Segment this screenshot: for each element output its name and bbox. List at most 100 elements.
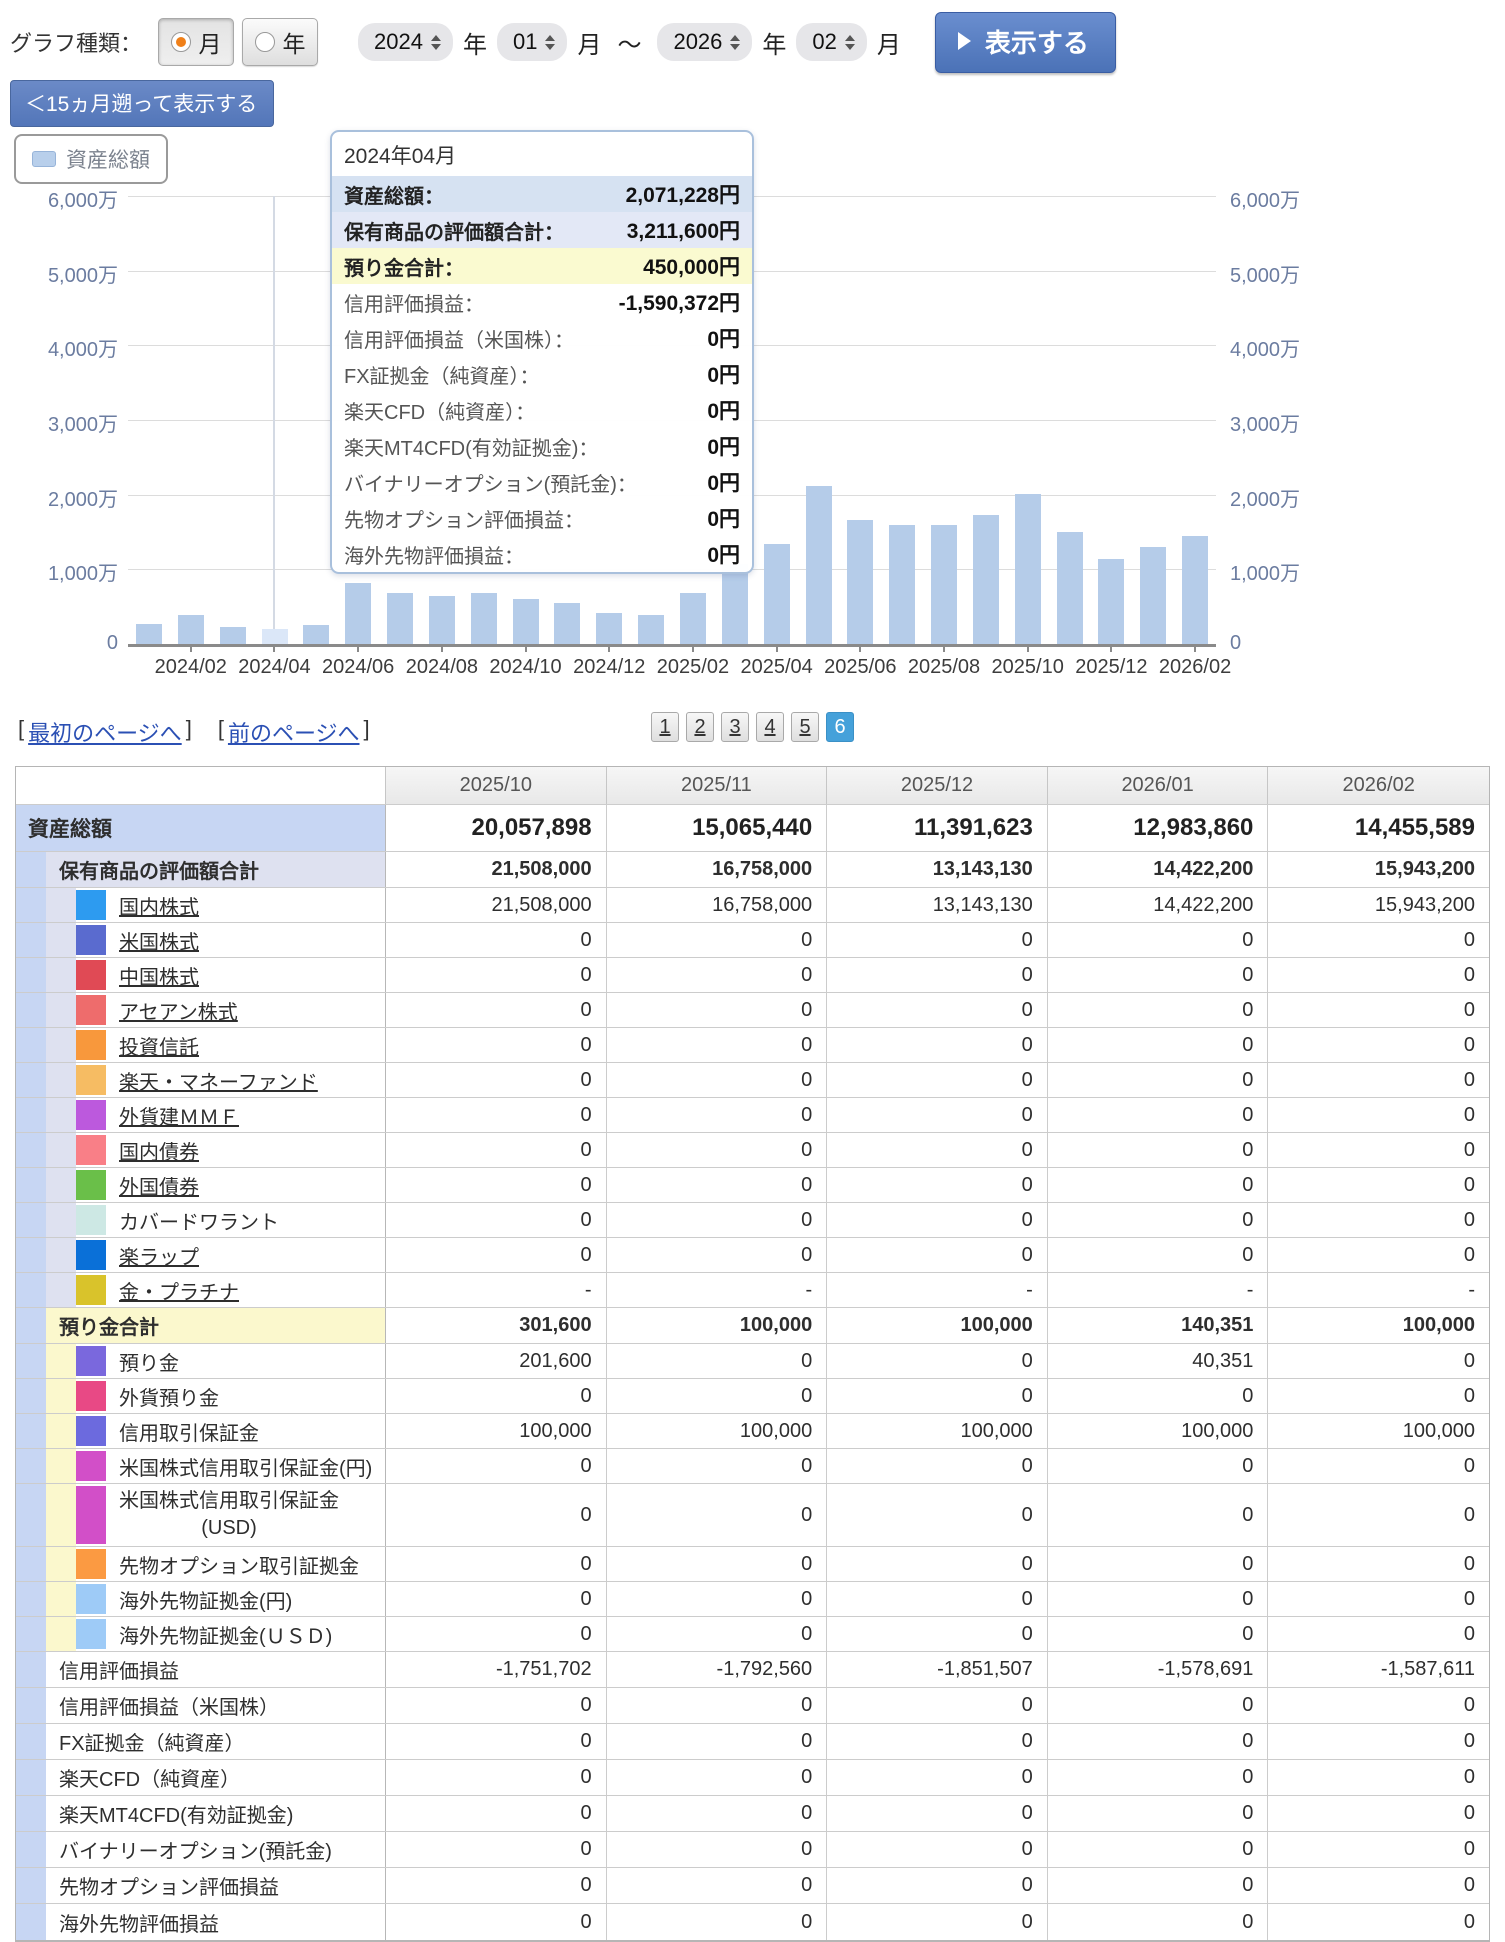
bar-2024/06[interactable] bbox=[345, 583, 371, 644]
bar-2024/11[interactable] bbox=[554, 603, 580, 644]
indent-band bbox=[16, 1582, 46, 1616]
table-cell: 0 bbox=[1268, 1617, 1489, 1651]
table-cell: 0 bbox=[1268, 1547, 1489, 1581]
table-cell: 0 bbox=[386, 1484, 607, 1546]
column-header-2026/02: 2026/02 bbox=[1268, 767, 1489, 804]
indent-band bbox=[16, 1652, 46, 1687]
row-label: 米国株式信用取引保証金(円) bbox=[106, 1449, 372, 1483]
page-number-4[interactable]: 4 bbox=[756, 712, 784, 742]
radio-year[interactable]: 年 bbox=[242, 18, 318, 66]
asset-category-link[interactable]: 中国株式 bbox=[106, 958, 199, 992]
bar-2025/12[interactable] bbox=[1098, 559, 1124, 644]
asset-category-link[interactable]: アセアン株式 bbox=[106, 993, 238, 1027]
tooltip-row: 先物オプション評価損益：0円 bbox=[332, 500, 752, 536]
page-number-3[interactable]: 3 bbox=[721, 712, 749, 742]
from-year-select[interactable]: 2024 bbox=[358, 23, 453, 61]
table-row: 米国株式信用取引保証金(円)00000 bbox=[16, 1449, 1489, 1484]
bar-2024/02[interactable] bbox=[178, 615, 204, 644]
asset-category-link[interactable]: 金・プラチナ bbox=[106, 1273, 239, 1307]
bar-2024/09[interactable] bbox=[471, 593, 497, 645]
from-month-value: 01 bbox=[513, 29, 537, 55]
to-month-select[interactable]: 02 bbox=[796, 23, 866, 61]
asset-category-link[interactable]: 米国株式 bbox=[106, 923, 199, 957]
bar-2025/09[interactable] bbox=[973, 515, 999, 644]
page-number-2[interactable]: 2 bbox=[686, 712, 714, 742]
asset-category-link[interactable]: 楽ラップ bbox=[106, 1238, 199, 1272]
tooltip-row-label: 保有商品の評価額合計： bbox=[344, 216, 564, 245]
table-cell: 16,758,000 bbox=[607, 852, 828, 887]
tooltip-row-label: バイナリーオプション(預託金)： bbox=[344, 468, 637, 497]
x-axis-tick bbox=[190, 646, 192, 652]
bar-2025/01[interactable] bbox=[638, 615, 664, 644]
bar-2025/05[interactable] bbox=[806, 486, 832, 644]
bar-2024/03[interactable] bbox=[220, 627, 246, 644]
bar-2025/07[interactable] bbox=[889, 525, 915, 644]
bar-2025/06[interactable] bbox=[847, 520, 873, 644]
tooltip-row: 保有商品の評価額合計： 3,211,600円 bbox=[332, 212, 752, 248]
table-cell: 0 bbox=[607, 1832, 828, 1867]
table-cell: 0 bbox=[1048, 993, 1269, 1027]
bar-2024/10[interactable] bbox=[513, 599, 539, 644]
asset-category-link[interactable]: 外貨建ＭＭＦ bbox=[106, 1098, 239, 1132]
table-cell: 0 bbox=[1048, 1168, 1269, 1202]
indent-band bbox=[16, 1484, 46, 1546]
y-axis-tick-left: 3,000万 bbox=[0, 408, 118, 437]
bar-2024/12[interactable] bbox=[596, 613, 622, 644]
page-number-6[interactable]: 6 bbox=[826, 712, 854, 742]
table-cell: 14,422,200 bbox=[1048, 852, 1269, 887]
table-cell: 0 bbox=[607, 1547, 828, 1581]
asset-category-link[interactable]: 国内株式 bbox=[106, 888, 199, 922]
page-number-1[interactable]: 1 bbox=[651, 712, 679, 742]
bar-2025/03[interactable] bbox=[722, 564, 748, 644]
radio-month[interactable]: 月 bbox=[158, 18, 234, 66]
table-cell: 100,000 bbox=[386, 1414, 607, 1448]
table-cell: 100,000 bbox=[1048, 1414, 1269, 1448]
table-cell: 0 bbox=[827, 1168, 1048, 1202]
table-cell: 0 bbox=[607, 1098, 828, 1132]
back-15-months-button[interactable]: ＜15ヵ月遡って表示する bbox=[10, 80, 274, 127]
bar-2025/02[interactable] bbox=[680, 593, 706, 645]
indent-band bbox=[16, 1449, 46, 1483]
bar-2024/08[interactable] bbox=[429, 596, 455, 644]
bar-2024/01[interactable] bbox=[136, 624, 162, 644]
x-axis-tick bbox=[1110, 646, 1112, 652]
table-row: 中国株式00000 bbox=[16, 958, 1489, 993]
asset-category-link[interactable]: 楽天・マネーファンド bbox=[106, 1063, 318, 1097]
bar-2025/11[interactable] bbox=[1057, 532, 1083, 645]
bar-2026/02[interactable] bbox=[1182, 536, 1208, 644]
table-cell: 0 bbox=[1268, 1904, 1489, 1940]
bar-2026/01[interactable] bbox=[1140, 547, 1166, 644]
indent-band bbox=[16, 1098, 46, 1132]
x-axis-label: 2024/08 bbox=[406, 656, 478, 679]
tooltip-row-value: -1,590,372円 bbox=[619, 287, 740, 317]
table-row: 国内債券00000 bbox=[16, 1133, 1489, 1168]
indent-band bbox=[46, 1168, 76, 1202]
tooltip-row-value: 3,211,600円 bbox=[627, 215, 740, 245]
row-label-cell: 外貨預り金 bbox=[16, 1379, 386, 1413]
tooltip-row-value: 0円 bbox=[707, 431, 740, 461]
from-month-select[interactable]: 01 bbox=[497, 23, 567, 61]
bar-2024/04[interactable] bbox=[262, 629, 288, 645]
y-axis-tick-right: 0 bbox=[1230, 632, 1241, 655]
asset-category-link[interactable]: 国内債券 bbox=[106, 1133, 199, 1167]
bar-2024/05[interactable] bbox=[303, 625, 329, 644]
row-label: 先物オプション評価損益 bbox=[46, 1868, 279, 1903]
indent-band bbox=[16, 1133, 46, 1167]
indent-band bbox=[46, 1414, 76, 1448]
table-cell: 0 bbox=[1048, 1379, 1269, 1413]
row-label: 海外先物証拠金(ＵＳＤ) bbox=[106, 1617, 332, 1651]
y-axis-tick-left: 0 bbox=[0, 632, 118, 655]
page-number-5[interactable]: 5 bbox=[791, 712, 819, 742]
chart-legend[interactable]: 資産総額 bbox=[14, 134, 168, 184]
show-button[interactable]: 表示する bbox=[935, 12, 1116, 73]
bar-2025/04[interactable] bbox=[764, 544, 790, 644]
bar-2024/07[interactable] bbox=[387, 593, 413, 645]
asset-category-link[interactable]: 外国債券 bbox=[106, 1168, 199, 1202]
table-cell: 0 bbox=[386, 1449, 607, 1483]
to-year-select[interactable]: 2026 bbox=[657, 23, 752, 61]
gridline bbox=[128, 644, 1216, 647]
asset-category-link[interactable]: 投資信託 bbox=[106, 1028, 199, 1062]
bar-2025/10[interactable] bbox=[1015, 494, 1041, 644]
bar-2025/08[interactable] bbox=[931, 525, 957, 644]
tooltip-row-value: 0円 bbox=[707, 503, 740, 533]
